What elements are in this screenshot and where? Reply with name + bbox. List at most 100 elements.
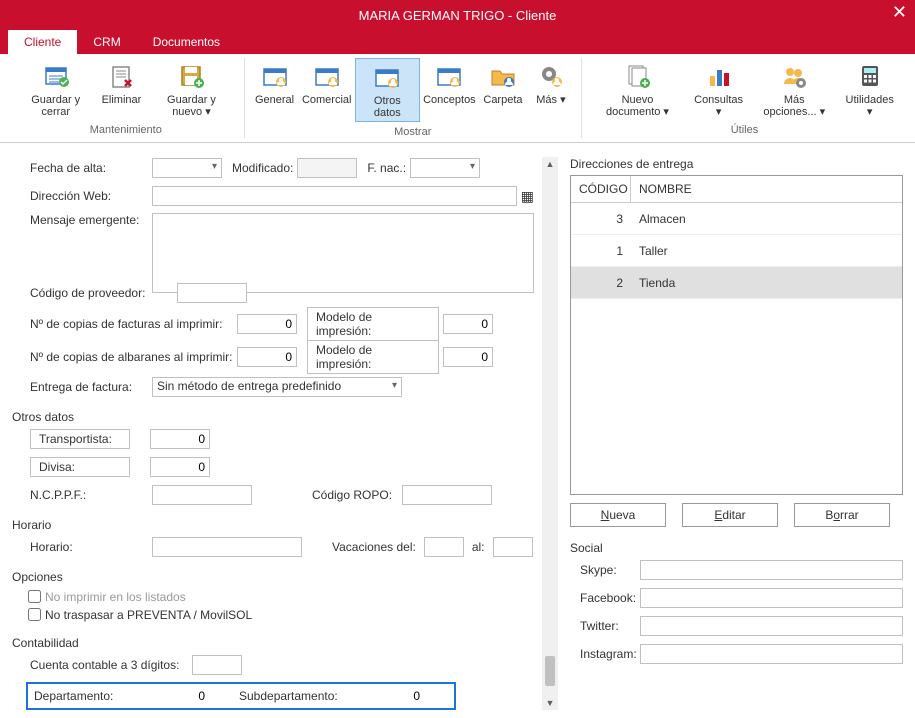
card-person-icon — [259, 60, 291, 92]
departamento-input[interactable] — [154, 686, 209, 706]
divisa-button[interactable]: Divisa: — [30, 457, 130, 477]
save-new-icon — [175, 60, 207, 92]
tab-cliente[interactable]: Cliente — [8, 30, 77, 54]
chk-no-traspasar-box[interactable] — [28, 608, 41, 621]
instagram-input[interactable] — [640, 644, 903, 664]
otros-datos-button[interactable]: Otros datos — [355, 58, 420, 122]
ribbon-group-mostrar: General Comercial Otros datos Conceptos … — [245, 58, 582, 138]
ncppf-input[interactable] — [152, 485, 252, 505]
utilidades-button[interactable]: Utilidades ▾ — [838, 58, 901, 120]
people-gear-icon — [778, 60, 810, 92]
facebook-label: Facebook: — [570, 591, 640, 605]
al-label: al: — [472, 540, 489, 554]
scroll-up-icon[interactable]: ▲ — [544, 157, 557, 171]
copias-alb-label: Nº de copias de albaranes al imprimir: — [12, 350, 237, 364]
twitter-label: Twitter: — [570, 619, 640, 633]
facebook-input[interactable] — [640, 588, 903, 608]
contabilidad-title: Contabilidad — [12, 636, 534, 650]
fecha-alta-input[interactable] — [152, 158, 222, 178]
modificado-input — [297, 158, 357, 178]
cod-prov-input[interactable] — [177, 283, 247, 303]
skype-label: Skype: — [570, 563, 640, 577]
ncppf-label: N.C.P.P.F.: — [12, 488, 152, 502]
qr-icon[interactable]: ▦ — [517, 188, 534, 205]
card-person-icon — [433, 60, 465, 92]
chk-no-imprimir[interactable]: No imprimir en los listados — [28, 590, 534, 604]
direccion-web-input[interactable] — [152, 186, 517, 206]
transportista-input[interactable] — [150, 429, 210, 449]
delivery-grid: CÓDIGO NOMBRE 3 Almacen 1 Taller 2 Tiend… — [570, 175, 903, 495]
mensaje-label: Mensaje emergente: — [12, 213, 152, 227]
delivery-buttons: Nueva Editar Borrar — [570, 503, 903, 527]
folder-person-icon — [487, 60, 519, 92]
grid-row[interactable]: 1 Taller — [571, 235, 902, 267]
entrega-fact-select[interactable]: Sin método de entrega predefinido — [152, 377, 402, 397]
subdepartamento-label: Subdepartamento: — [239, 689, 369, 703]
subdepartamento-input[interactable] — [369, 686, 424, 706]
gear-person-icon — [535, 60, 567, 92]
save-close-button[interactable]: Guardar y cerrar — [14, 58, 97, 120]
codigo-ropo-input[interactable] — [402, 485, 492, 505]
copias-alb-input[interactable] — [237, 347, 297, 367]
col-nombre[interactable]: NOMBRE — [631, 176, 902, 202]
departamento-label: Departamento: — [34, 689, 154, 703]
divisa-input[interactable] — [150, 457, 210, 477]
form-scrollbar[interactable]: ▲ ▼ — [542, 157, 558, 710]
instagram-label: Instagram: — [570, 647, 640, 661]
mas-mostrar-button[interactable]: Más ▾ — [527, 58, 575, 122]
cuenta-3dig-input[interactable] — [192, 655, 242, 675]
mensaje-input[interactable] — [152, 213, 534, 293]
modelo-impr1-button[interactable]: Modelo de impresión: — [307, 307, 439, 341]
calculator-icon — [854, 60, 886, 92]
ribbon-group-mantenimiento: Guardar y cerrar Eliminar Guardar y nuev… — [8, 58, 245, 138]
nuevo-documento-button[interactable]: Nuevo documento ▾ — [588, 58, 687, 120]
tab-documentos[interactable]: Documentos — [137, 30, 236, 54]
skype-input[interactable] — [640, 560, 903, 580]
mas-opciones-button[interactable]: Más opciones... ▾ — [750, 58, 838, 120]
consultas-button[interactable]: Consultas ▾ — [687, 58, 750, 120]
copias-fact-label: Nº de copias de facturas al imprimir: — [12, 317, 237, 331]
vacaciones-al-input[interactable] — [493, 537, 533, 557]
direccion-web-label: Dirección Web: — [12, 189, 152, 203]
vacaciones-del-input[interactable] — [424, 537, 464, 557]
col-codigo[interactable]: CÓDIGO — [571, 176, 631, 202]
transportista-button[interactable]: Transportista: — [30, 429, 130, 449]
fnac-input[interactable] — [410, 158, 480, 178]
window-title: MARIA GERMAN TRIGO - Cliente — [359, 8, 557, 23]
new-document-icon — [621, 60, 653, 92]
chk-no-imprimir-box[interactable] — [28, 590, 41, 603]
fnac-label: F. nac.: — [367, 161, 410, 175]
save-new-button[interactable]: Guardar y nuevo ▾ — [145, 58, 237, 120]
grid-header: CÓDIGO NOMBRE — [571, 176, 902, 203]
form-panel: Fecha de alta: Modificado: F. nac.: Dire… — [12, 157, 542, 710]
nueva-button[interactable]: Nueva — [570, 503, 666, 527]
modificado-label: Modificado: — [232, 161, 297, 175]
modelo-impr1-input[interactable] — [443, 314, 493, 334]
direcciones-title: Direcciones de entrega — [570, 157, 903, 171]
cuenta-3dig-label: Cuenta contable a 3 dígitos: — [12, 658, 192, 672]
entrega-fact-label: Entrega de factura: — [12, 380, 152, 394]
modelo-impr2-button[interactable]: Modelo de impresión: — [307, 340, 439, 374]
modelo-impr2-input[interactable] — [443, 347, 493, 367]
twitter-input[interactable] — [640, 616, 903, 636]
general-button[interactable]: General — [251, 58, 299, 122]
delete-button[interactable]: Eliminar — [97, 58, 145, 120]
carpeta-button[interactable]: Carpeta — [479, 58, 527, 122]
otros-datos-title: Otros datos — [12, 410, 534, 424]
scroll-down-icon[interactable]: ▼ — [544, 696, 557, 710]
chk-no-traspasar[interactable]: No traspasar a PREVENTA / MovilSOL — [28, 608, 534, 622]
conceptos-button[interactable]: Conceptos — [420, 58, 479, 122]
opciones-title: Opciones — [12, 570, 534, 584]
grid-row[interactable]: 3 Almacen — [571, 203, 902, 235]
ribbon-group-utiles: Nuevo documento ▾ Consultas ▾ Más opcion… — [582, 58, 907, 138]
grid-row[interactable]: 2 Tienda — [571, 267, 902, 299]
close-icon[interactable]: ✕ — [892, 2, 907, 23]
save-close-icon — [40, 60, 72, 92]
tab-crm[interactable]: CRM — [77, 30, 136, 54]
chart-icon — [703, 60, 735, 92]
editar-button[interactable]: Editar — [682, 503, 778, 527]
borrar-button[interactable]: Borrar — [794, 503, 890, 527]
copias-fact-input[interactable] — [237, 314, 297, 334]
horario-input[interactable] — [152, 537, 302, 557]
comercial-button[interactable]: Comercial — [299, 58, 355, 122]
